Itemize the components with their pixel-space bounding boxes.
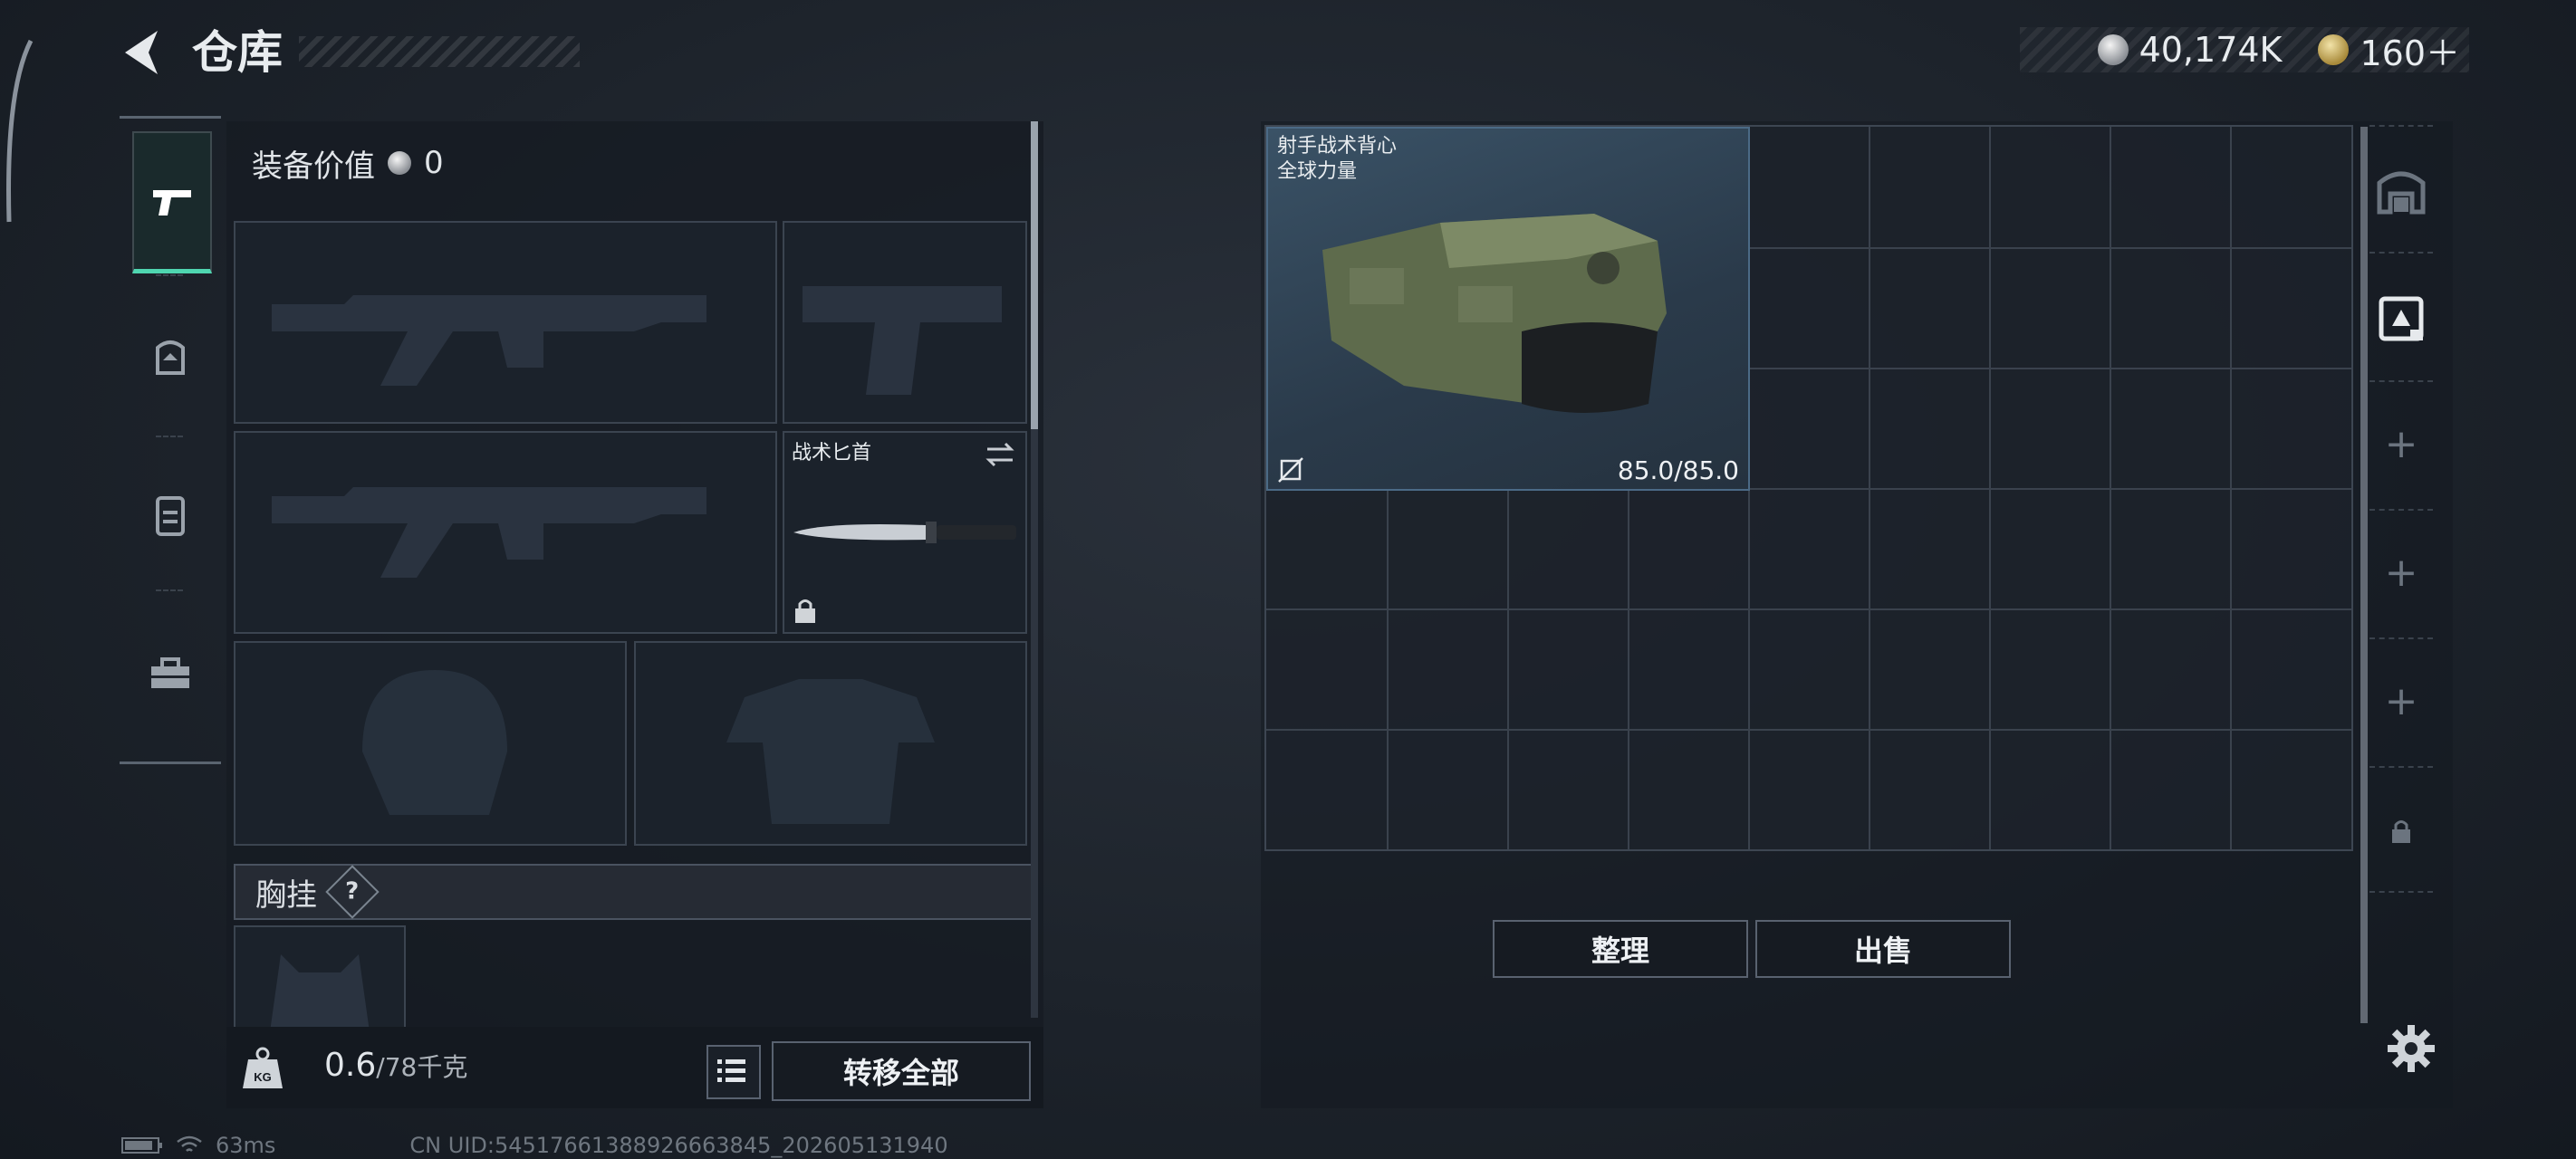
equipment-footer: KG 0.6/78千克 转移全部 xyxy=(226,1027,1043,1108)
primary-weapon-slot-1[interactable] xyxy=(234,221,777,424)
storage-tabs: + + + xyxy=(2360,121,2442,1027)
sell-button[interactable]: 出售 xyxy=(1755,920,2011,978)
storage-tab-main[interactable] xyxy=(2365,154,2437,226)
storage-tab-add-1[interactable]: + xyxy=(2365,407,2437,480)
page-title: 仓库 xyxy=(192,26,283,79)
equipment-value-header: 装备价值 0 xyxy=(226,121,1033,205)
toolbox-icon xyxy=(151,657,189,688)
pistol-silhouette-icon xyxy=(803,286,1002,395)
silver-coin-icon xyxy=(388,151,411,175)
body-armor-slot[interactable] xyxy=(634,641,1027,846)
back-arrow-icon[interactable] xyxy=(118,25,172,80)
weight-readout: 0.6/78千克 xyxy=(324,1047,467,1084)
storage-grid[interactable]: 射手战术背心 全球力量 85.0/85.0 xyxy=(1264,125,2353,851)
silver-coin-icon xyxy=(2097,34,2129,65)
item-durability: 85.0/85.0 xyxy=(1617,455,1739,485)
equipment-scrollbar-thumb[interactable] xyxy=(1031,121,1038,429)
equipment-value: 0 xyxy=(424,145,444,181)
status-bar: 63ms CN UID:54517661388926663845_2026051… xyxy=(121,1132,948,1159)
wifi-icon xyxy=(177,1135,202,1152)
pistol-icon xyxy=(153,190,191,216)
transfer-all-button[interactable]: 转移全部 xyxy=(772,1041,1031,1101)
edge-arc-decoration xyxy=(6,39,34,223)
rifle-silhouette-icon xyxy=(272,487,706,578)
tactical-vest-image xyxy=(1322,214,1667,413)
rail-tab-toolbox[interactable] xyxy=(132,606,208,742)
helmet-silhouette-icon xyxy=(362,670,507,815)
help-icon[interactable]: ? xyxy=(325,865,380,919)
user-uid: CN UID:54517661388926663845_202605131940 xyxy=(409,1133,948,1158)
weight-icon: KG xyxy=(243,1047,283,1088)
helmet-slot[interactable] xyxy=(234,641,627,846)
silver-amount: 40,174K xyxy=(2139,30,2283,70)
lock-icon xyxy=(2392,820,2410,843)
gold-coin-icon xyxy=(2318,34,2350,65)
rail-tab-backpack[interactable] xyxy=(132,446,208,582)
list-view-button[interactable] xyxy=(706,1045,761,1099)
list-icon xyxy=(717,1059,745,1082)
sort-button[interactable]: 整理 xyxy=(1493,920,1748,978)
primary-weapon-slot-2[interactable] xyxy=(234,431,777,634)
rifle-silhouette-icon xyxy=(272,295,706,386)
svg-text:KG: KG xyxy=(254,1070,272,1084)
settings-gear-icon[interactable] xyxy=(2384,1021,2438,1076)
chest-rig-label: 胸挂 xyxy=(255,876,317,914)
backpack-icon xyxy=(156,496,185,536)
lock-icon xyxy=(795,599,815,623)
armor-silhouette-icon xyxy=(726,679,935,824)
weight-max: /78千克 xyxy=(376,1052,468,1082)
tactical-knife-icon xyxy=(793,522,1016,543)
title-stripes xyxy=(299,36,580,67)
storage-tab-add-2[interactable]: + xyxy=(2365,536,2437,608)
melee-slot[interactable]: 战术匕首 xyxy=(783,431,1027,634)
gold-amount[interactable]: 160＋ xyxy=(2360,25,2460,75)
storage-tab-special[interactable] xyxy=(2365,281,2437,353)
sidearm-slot[interactable] xyxy=(783,221,1027,424)
category-rail xyxy=(120,116,221,764)
rail-tab-helmet[interactable] xyxy=(132,291,208,426)
storage-tab-locked[interactable] xyxy=(2365,795,2437,867)
swap-icon[interactable] xyxy=(984,438,1016,471)
ping-readout: 63ms xyxy=(216,1133,276,1158)
weight-current: 0.6 xyxy=(324,1047,377,1084)
chest-rig-header: 胸挂 ? xyxy=(234,864,1033,920)
no-insure-icon xyxy=(1278,457,1303,483)
storage-item-tactical-vest[interactable]: 射手战术背心 全球力量 85.0/85.0 xyxy=(1266,127,1750,491)
equipment-panel: 装备价值 0 战术匕首 胸挂 ? KG 0.6/78千克 转移全部 xyxy=(226,121,1043,1108)
melee-label: 战术匕首 xyxy=(792,442,872,465)
storage-tab-add-3[interactable]: + xyxy=(2365,665,2437,737)
helmet-icon xyxy=(156,340,185,375)
rail-tab-weapons[interactable] xyxy=(132,131,212,273)
safe-icon xyxy=(2377,171,2426,215)
equipment-value-label: 装备价值 xyxy=(252,148,375,185)
battery-icon xyxy=(121,1137,162,1154)
tagged-case-icon xyxy=(2379,296,2424,341)
currency-bar: 40,174K 160＋ xyxy=(2020,25,2469,75)
